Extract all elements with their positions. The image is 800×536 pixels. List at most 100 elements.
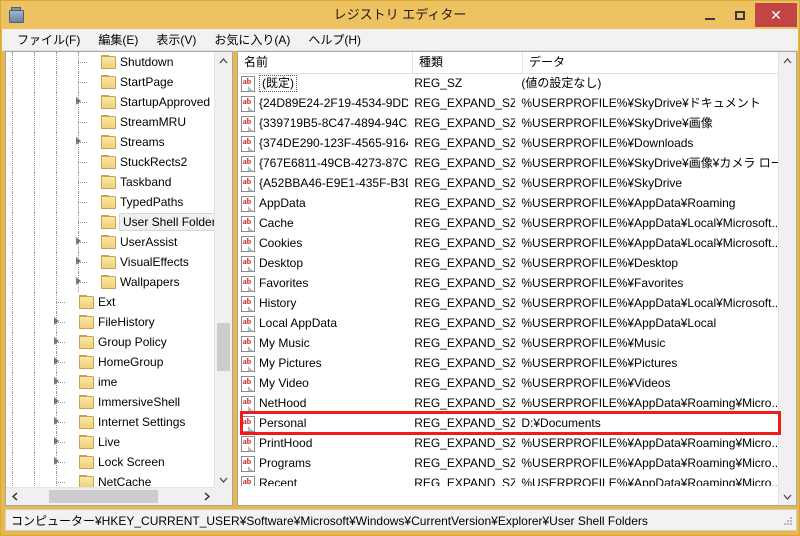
registry-value-row[interactable]: ab My Video REG_EXPAND_SZ %USERPROFILE%¥Vid… bbox=[238, 373, 781, 393]
tree-node-group-policy[interactable]: Group Policy bbox=[6, 332, 215, 352]
tree-node-typedpaths[interactable]: TypedPaths bbox=[6, 192, 215, 212]
registry-value-row[interactable]: ab {339719B5-8C47-4894-94C2-... REG_EXPAND… bbox=[238, 113, 781, 133]
tree-node-immersiveshell[interactable]: ImmersiveShell bbox=[6, 392, 215, 412]
expand-arrow-icon[interactable] bbox=[53, 397, 62, 406]
registry-value-row[interactable]: ab My Pictures REG_EXPAND_SZ %USERPROFILE%¥… bbox=[238, 353, 781, 373]
tree-node-ext[interactable]: Ext bbox=[6, 292, 215, 312]
expand-arrow-icon[interactable] bbox=[53, 337, 62, 346]
tree-scroll-right-icon[interactable] bbox=[198, 488, 215, 505]
expand-arrow-icon[interactable] bbox=[53, 417, 62, 426]
tree-node-filehistory[interactable]: FileHistory bbox=[6, 312, 215, 332]
registry-value-row[interactable]: ab NetHood REG_EXPAND_SZ %USERPROFILE%¥AppD… bbox=[238, 393, 781, 413]
tree-node-user-shell-folders[interactable]: User Shell Folders bbox=[6, 212, 215, 232]
tree-guides bbox=[6, 132, 100, 152]
tree-node-startupapproved[interactable]: StartupApproved bbox=[6, 92, 215, 112]
tree-node-shutdown[interactable]: Shutdown bbox=[6, 52, 215, 72]
expand-arrow-icon[interactable] bbox=[75, 277, 84, 286]
registry-value-row[interactable]: ab {A52BBA46-E9E1-435F-B3D9... REG_EXPAND_… bbox=[238, 173, 781, 193]
tree-guides bbox=[6, 412, 78, 432]
list-scroll-up-icon[interactable] bbox=[779, 52, 796, 69]
tree-node-userassist[interactable]: UserAssist bbox=[6, 232, 215, 252]
registry-value-row[interactable]: ab AppData REG_EXPAND_SZ %USERPROFILE%¥AppD… bbox=[238, 193, 781, 213]
value-name-label: (既定) bbox=[259, 74, 297, 92]
registry-tree[interactable]: Shutdown StartPage StartupApproved StreamMR… bbox=[6, 52, 215, 489]
tree-horizontal-scrollbar[interactable] bbox=[6, 487, 215, 505]
expand-arrow-icon[interactable] bbox=[75, 257, 84, 266]
registry-value-row[interactable]: ab History REG_EXPAND_SZ %USERPROFILE%¥AppD… bbox=[238, 293, 781, 313]
value-data-cell: %USERPROFILE%¥AppData¥Local¥Microsoft... bbox=[521, 216, 781, 230]
registry-value-row[interactable]: ab Recent REG_EXPAND_SZ %USERPROFILE%¥AppDa… bbox=[238, 473, 781, 486]
value-name-cell: ab {339719B5-8C47-4894-94C2-... bbox=[238, 114, 408, 132]
value-name-cell: ab (既定) bbox=[238, 74, 408, 92]
value-data-cell: %USERPROFILE%¥Videos bbox=[521, 376, 671, 390]
registry-value-row[interactable]: ab Local AppData REG_EXPAND_SZ %USERPROFILE… bbox=[238, 313, 781, 333]
tree-scroll-corner bbox=[215, 488, 232, 505]
column-name[interactable]: 名前 bbox=[238, 52, 413, 73]
menu-edit[interactable]: 編集(E) bbox=[89, 29, 147, 50]
folder-icon bbox=[100, 155, 116, 169]
string-value-icon: ab bbox=[240, 355, 255, 372]
value-name-cell: ab My Video bbox=[238, 374, 408, 392]
tree-node-homegroup[interactable]: HomeGroup bbox=[6, 352, 215, 372]
value-name-label: Personal bbox=[259, 416, 307, 430]
tree-node-label: UserAssist bbox=[120, 235, 178, 249]
expand-arrow-icon[interactable] bbox=[75, 137, 84, 146]
tree-node-streammru[interactable]: StreamMRU bbox=[6, 112, 215, 132]
expand-arrow-icon[interactable] bbox=[53, 317, 62, 326]
close-button[interactable]: ✕ bbox=[755, 3, 797, 27]
value-data-cell: %USERPROFILE%¥AppData¥Local bbox=[521, 316, 717, 330]
minimize-button[interactable] bbox=[695, 4, 725, 26]
tree-node-startpage[interactable]: StartPage bbox=[6, 72, 215, 92]
tree-node-internet-settings[interactable]: Internet Settings bbox=[6, 412, 215, 432]
tree-scroll-down-icon[interactable] bbox=[215, 471, 232, 488]
maximize-button[interactable] bbox=[725, 4, 755, 26]
value-type-cell: REG_EXPAND_SZ bbox=[414, 256, 516, 270]
menu-view[interactable]: 表示(V) bbox=[147, 29, 205, 50]
string-value-icon: ab bbox=[240, 95, 255, 112]
registry-value-row[interactable]: ab Programs REG_EXPAND_SZ %USERPROFILE%¥App… bbox=[238, 453, 781, 473]
registry-value-row[interactable]: ab {24D89E24-2F19-4534-9DDE... REG_EXPAND_… bbox=[238, 93, 781, 113]
registry-value-row[interactable]: ab Favorites REG_EXPAND_SZ %USERPROFILE%¥Fa… bbox=[238, 273, 781, 293]
expand-arrow-icon[interactable] bbox=[53, 377, 62, 386]
registry-value-row[interactable]: ab My Music REG_EXPAND_SZ %USERPROFILE%¥Mus… bbox=[238, 333, 781, 353]
expand-arrow-icon[interactable] bbox=[53, 357, 62, 366]
tree-scroll-up-icon[interactable] bbox=[215, 52, 232, 69]
registry-value-row[interactable]: ab Cache REG_EXPAND_SZ %USERPROFILE%¥AppDat… bbox=[238, 213, 781, 233]
registry-value-row[interactable]: ab {374DE290-123F-4565-9164-... REG_EXPAND… bbox=[238, 133, 781, 153]
list-vertical-scrollbar[interactable] bbox=[778, 52, 796, 505]
registry-value-row[interactable]: ab PrintHood REG_EXPAND_SZ %USERPROFILE%¥Ap… bbox=[238, 433, 781, 453]
tree-vertical-scroll-thumb[interactable] bbox=[217, 322, 230, 372]
expand-arrow-icon[interactable] bbox=[53, 457, 62, 466]
tree-node-stuckrects2[interactable]: StuckRects2 bbox=[6, 152, 215, 172]
menu-help[interactable]: ヘルプ(H) bbox=[299, 29, 370, 50]
registry-values-list[interactable]: ab (既定) REG_SZ (値の設定なし) ab {24D89E24-2F19-453… bbox=[238, 73, 781, 486]
expand-arrow-icon[interactable] bbox=[53, 437, 62, 446]
menu-file[interactable]: ファイル(F) bbox=[8, 29, 89, 50]
menu-favorites[interactable]: お気に入り(A) bbox=[205, 29, 299, 50]
tree-vertical-scrollbar[interactable] bbox=[214, 52, 232, 488]
expand-arrow-icon[interactable] bbox=[75, 237, 84, 246]
registry-value-row[interactable]: ab Cookies REG_EXPAND_SZ %USERPROFILE%¥AppD… bbox=[238, 233, 781, 253]
resize-grip-icon[interactable] bbox=[783, 517, 793, 527]
folder-icon bbox=[78, 355, 94, 369]
tree-node-live[interactable]: Live bbox=[6, 432, 215, 452]
list-scroll-down-icon[interactable] bbox=[779, 488, 796, 505]
registry-value-row[interactable]: ab (既定) REG_SZ (値の設定なし) bbox=[238, 73, 781, 93]
tree-horizontal-scroll-thumb[interactable] bbox=[49, 490, 158, 503]
tree-node-label: Ext bbox=[98, 295, 116, 309]
column-data[interactable]: データ bbox=[523, 52, 796, 73]
tree-node-taskband[interactable]: Taskband bbox=[6, 172, 215, 192]
tree-node-ime[interactable]: ime bbox=[6, 372, 215, 392]
registry-value-row[interactable]: ab Personal REG_EXPAND_SZ D:¥Documents bbox=[238, 413, 781, 433]
folder-icon bbox=[100, 55, 116, 69]
tree-node-visualeffects[interactable]: VisualEffects bbox=[6, 252, 215, 272]
tree-node-wallpapers[interactable]: Wallpapers bbox=[6, 272, 215, 292]
column-type[interactable]: 種類 bbox=[413, 52, 523, 73]
expand-arrow-icon[interactable] bbox=[75, 97, 84, 106]
string-value-icon: ab bbox=[240, 175, 255, 192]
registry-value-row[interactable]: ab {767E6811-49CB-4273-87C2-... REG_EXPAND… bbox=[238, 153, 781, 173]
tree-node-streams[interactable]: Streams bbox=[6, 132, 215, 152]
tree-node-lock-screen[interactable]: Lock Screen bbox=[6, 452, 215, 472]
registry-value-row[interactable]: ab Desktop REG_EXPAND_SZ %USERPROFILE%¥Desk… bbox=[238, 253, 781, 273]
tree-scroll-left-icon[interactable] bbox=[6, 488, 23, 505]
